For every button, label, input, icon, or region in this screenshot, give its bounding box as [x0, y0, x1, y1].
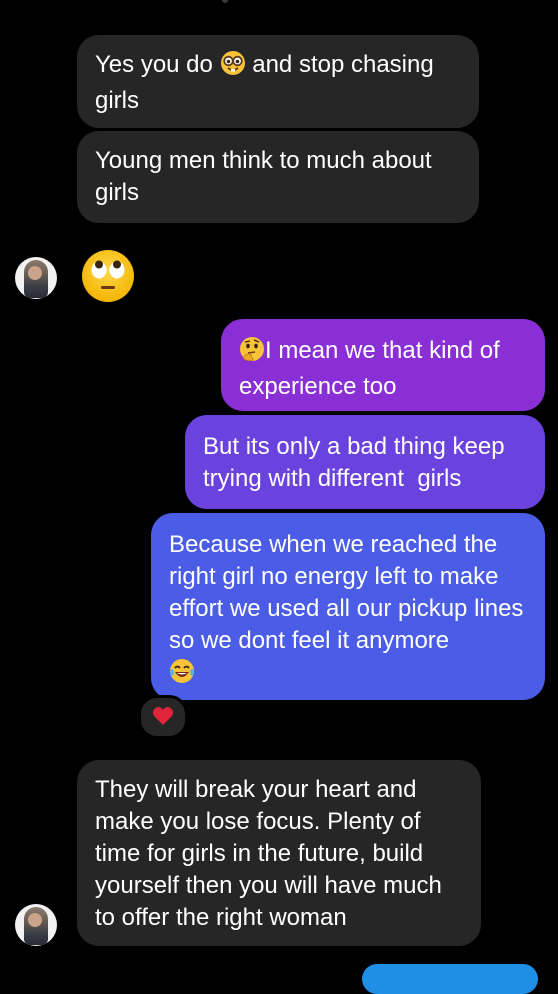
rolling-eyes-emoji[interactable] — [80, 248, 136, 304]
incoming-message-bubble[interactable]: Young men think to much about girls — [77, 131, 479, 223]
outgoing-message-bubble-partial[interactable] — [362, 964, 538, 994]
avatar-face — [28, 913, 42, 927]
thinking-face-emoji — [239, 336, 265, 371]
contact-avatar[interactable] — [15, 257, 57, 299]
tears-of-joy-emoji — [169, 658, 195, 693]
outgoing-message-bubble[interactable]: I mean we that kind of experience too — [221, 319, 545, 411]
heart-icon — [152, 706, 174, 731]
message-text: Because when we reached the right girl n… — [169, 531, 524, 654]
outgoing-message-bubble[interactable]: Because when we reached the right girl n… — [151, 513, 545, 700]
nerd-face-emoji — [220, 50, 246, 85]
avatar-face — [28, 266, 42, 280]
message-reaction[interactable] — [138, 695, 188, 739]
incoming-message-bubble[interactable]: They will break your heart and make you … — [77, 760, 481, 946]
message-text: But its only a bad thing keep trying wit… — [203, 433, 512, 492]
message-text: Young men think to much about girls — [95, 147, 432, 206]
contact-avatar[interactable] — [15, 904, 57, 946]
message-text: Yes you do — [95, 51, 213, 78]
message-text: I mean we that kind of experience too — [239, 337, 500, 400]
message-text: They will break your heart and make you … — [95, 776, 442, 931]
incoming-message-bubble[interactable]: Yes you do and stop chasing girls — [77, 35, 479, 128]
outgoing-message-bubble[interactable]: But its only a bad thing keep trying wit… — [185, 415, 545, 509]
scroll-indicator — [222, 0, 228, 3]
